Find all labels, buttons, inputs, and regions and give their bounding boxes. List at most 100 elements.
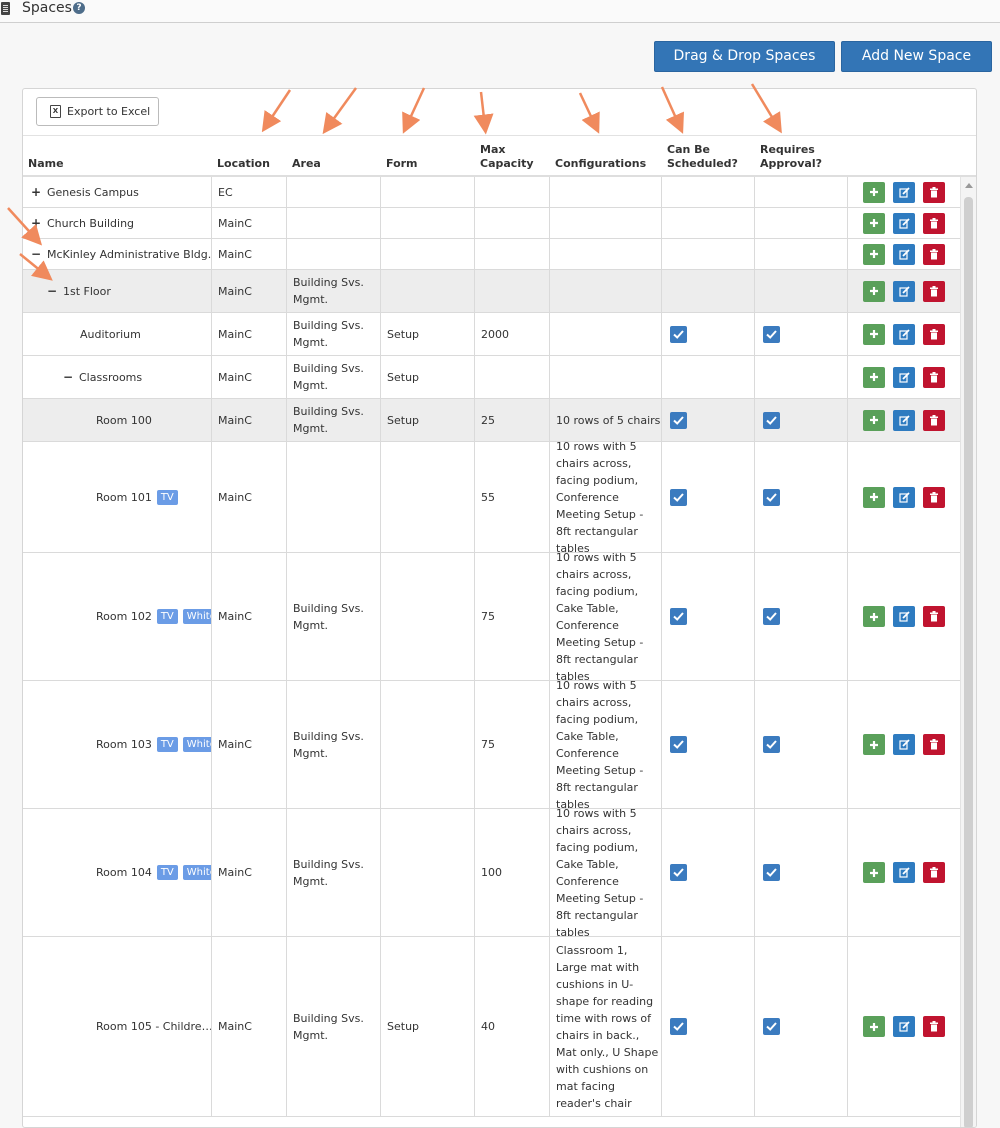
table-row[interactable]: Auditorium MainC Building Svs. Mgmt. Set…	[23, 313, 960, 356]
delete-button[interactable]	[923, 606, 945, 627]
edit-button[interactable]	[893, 212, 915, 234]
location-value: MainC	[218, 1020, 252, 1033]
edit-button[interactable]	[893, 1016, 915, 1037]
collapse-icon[interactable]: −	[47, 283, 57, 300]
table-row[interactable]: Room 100 MainC Building Svs. Mgmt. Setup…	[23, 399, 960, 442]
trash-icon	[930, 248, 938, 259]
delete-button[interactable]	[923, 280, 945, 302]
table-row[interactable]: −1st Floor MainC Building Svs. Mgmt.	[23, 270, 960, 313]
add-new-space-button[interactable]: Add New Space	[841, 41, 992, 72]
column-header-can-be-scheduled[interactable]: Can Be Scheduled?	[667, 143, 738, 171]
table-row[interactable]: − Classrooms MainC Building Svs. Mgmt. Se…	[23, 356, 960, 399]
location-value: MainC	[218, 327, 252, 341]
column-header-form[interactable]: Form	[386, 157, 418, 171]
delete-button[interactable]	[923, 862, 945, 883]
approval-checkbox[interactable]	[763, 1018, 780, 1035]
scheduled-checkbox[interactable]	[670, 488, 687, 506]
configurations-value: 10 rows with 5 chairs across, facing pod…	[556, 442, 644, 552]
approval-checkbox[interactable]	[763, 488, 780, 506]
table-row[interactable]: + Genesis Campus EC	[23, 177, 960, 208]
drag-drop-spaces-button[interactable]: Drag & Drop Spaces	[654, 41, 835, 72]
scheduled-checkbox[interactable]	[670, 864, 687, 881]
requires-approval-cell	[755, 553, 848, 680]
column-header-name[interactable]: Name	[28, 157, 64, 171]
configurations-value: Classroom 1, Large mat with cushions in …	[556, 943, 659, 1110]
configurations-cell: 10 rows with 5 chairs across, facing pod…	[550, 442, 662, 552]
actions-cell	[848, 177, 960, 207]
add-child-button[interactable]	[863, 323, 885, 345]
table-row[interactable]: Room 102 TV Whiteboard MainC Building Svs.…	[23, 553, 960, 681]
delete-button[interactable]	[923, 323, 945, 345]
add-child-button[interactable]	[863, 734, 885, 755]
space-tag: TV	[156, 737, 178, 752]
scheduled-checkbox[interactable]	[670, 608, 687, 625]
table-row[interactable]: Room 105 - Childre… MainC Building Svs. …	[23, 937, 960, 1117]
scheduled-checkbox[interactable]	[670, 1018, 687, 1035]
approval-checkbox[interactable]	[763, 325, 780, 343]
delete-button[interactable]	[923, 243, 945, 265]
collapse-icon[interactable]: −	[31, 246, 41, 263]
scheduled-checkbox[interactable]	[670, 736, 687, 753]
location-cell: MainC	[212, 553, 287, 680]
scrollbar-thumb[interactable]	[964, 197, 973, 1127]
edit-button[interactable]	[893, 734, 915, 755]
add-child-button[interactable]	[863, 486, 885, 508]
approval-checkbox[interactable]	[763, 736, 780, 753]
table-row[interactable]: + Church Building MainC	[23, 208, 960, 239]
edit-button[interactable]	[893, 486, 915, 508]
add-child-button[interactable]	[863, 280, 885, 302]
column-header-area[interactable]: Area	[292, 157, 321, 171]
table-row[interactable]: − McKinley Administrative Bldg. MainC	[23, 239, 960, 270]
expand-icon[interactable]: +	[31, 184, 41, 201]
scheduled-checkbox[interactable]	[670, 411, 687, 429]
add-child-button[interactable]	[863, 181, 885, 203]
approval-checkbox[interactable]	[763, 411, 780, 429]
plus-icon	[870, 493, 878, 501]
add-child-button[interactable]	[863, 366, 885, 388]
actions-cell	[848, 681, 960, 808]
delete-button[interactable]	[923, 1016, 945, 1037]
add-child-button[interactable]	[863, 243, 885, 265]
delete-button[interactable]	[923, 734, 945, 755]
add-child-button[interactable]	[863, 606, 885, 627]
add-child-button[interactable]	[863, 862, 885, 883]
table-row[interactable]: Room 104 TV Whiteboard MainC Building Svs.…	[23, 809, 960, 937]
column-header-configurations[interactable]: Configurations	[555, 157, 646, 171]
edit-button[interactable]	[893, 606, 915, 627]
approval-checkbox[interactable]	[763, 864, 780, 881]
approval-checkbox[interactable]	[763, 608, 780, 625]
add-child-button[interactable]	[863, 212, 885, 234]
delete-button[interactable]	[923, 486, 945, 508]
delete-button[interactable]	[923, 366, 945, 388]
column-header-requires-approval[interactable]: Requires Approval?	[760, 143, 822, 171]
scroll-up-icon[interactable]	[965, 183, 973, 188]
delete-button[interactable]	[923, 212, 945, 234]
add-child-button[interactable]	[863, 409, 885, 431]
collapse-icon[interactable]: −	[63, 369, 73, 386]
export-to-excel-button[interactable]: X Export to Excel	[36, 97, 159, 126]
form-cell	[381, 681, 475, 808]
table-row[interactable]: Room 101 TV MainC 55 10 rows with 5 chair…	[23, 442, 960, 553]
delete-button[interactable]	[923, 181, 945, 203]
add-child-button[interactable]	[863, 1016, 885, 1037]
column-header-location[interactable]: Location	[217, 157, 270, 171]
edit-button[interactable]	[893, 181, 915, 203]
column-header-max-capacity[interactable]: Max Capacity	[480, 143, 534, 171]
edit-button[interactable]	[893, 243, 915, 265]
form-cell	[381, 270, 475, 312]
table-row[interactable]: Room 103 TV Whiteboard MainC Building Svs.…	[23, 681, 960, 809]
help-icon[interactable]: ?	[73, 2, 85, 14]
vertical-scrollbar[interactable]	[960, 177, 976, 1127]
scheduled-checkbox[interactable]	[670, 325, 687, 343]
area-value: Building Svs. Mgmt.	[293, 1011, 364, 1042]
delete-button[interactable]	[923, 409, 945, 431]
edit-button[interactable]	[893, 409, 915, 431]
edit-button[interactable]	[893, 862, 915, 883]
expand-icon[interactable]: +	[31, 215, 41, 232]
area-cell: Building Svs. Mgmt.	[287, 809, 381, 936]
edit-button[interactable]	[893, 323, 915, 345]
edit-button[interactable]	[893, 280, 915, 302]
plus-icon	[870, 219, 878, 227]
requires-approval-cell	[755, 239, 848, 269]
edit-button[interactable]	[893, 366, 915, 388]
